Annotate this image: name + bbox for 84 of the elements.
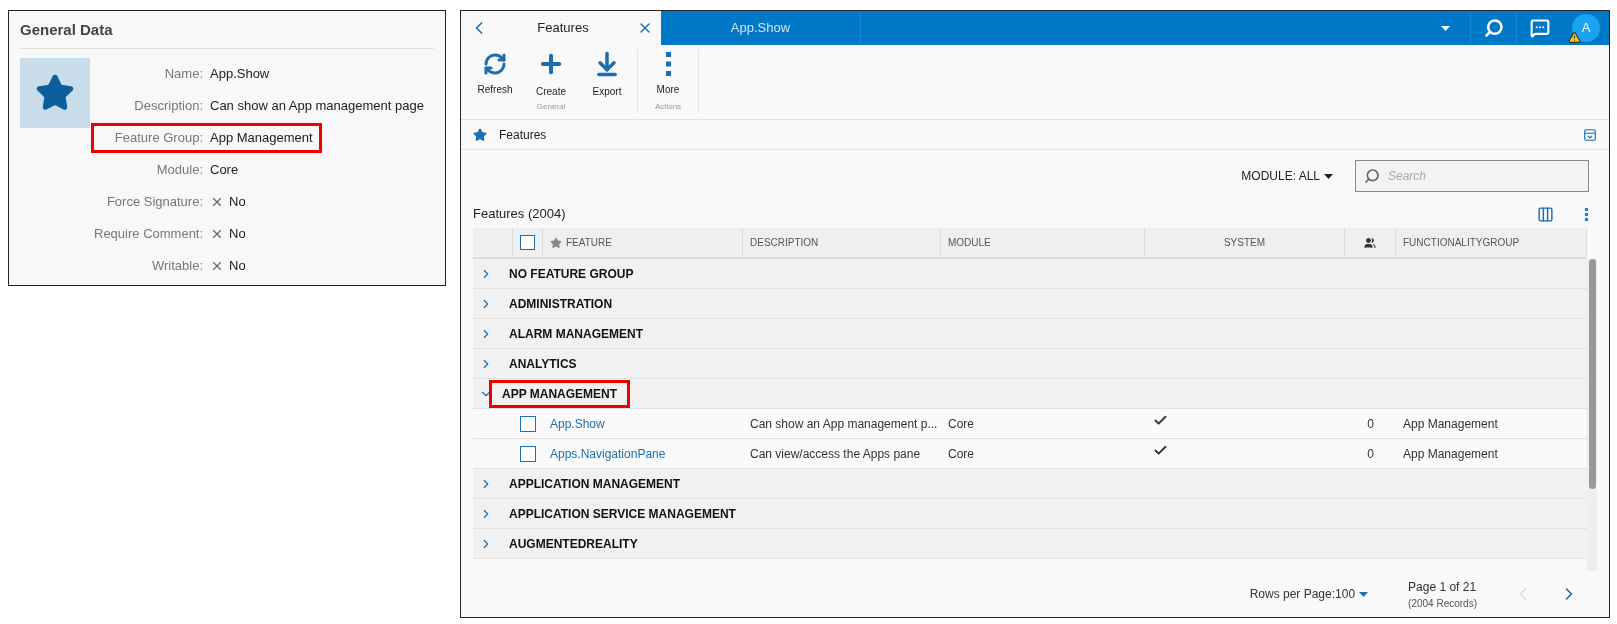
- toolbar-button[interactable]: More: [640, 49, 696, 99]
- record-count: (2004 Records): [1408, 596, 1477, 611]
- tab[interactable]: App.Show: [661, 11, 861, 45]
- group-name: ALARM MANAGEMENT: [508, 325, 644, 343]
- field-value: No: [229, 192, 246, 211]
- warning-icon: [1568, 31, 1581, 44]
- table-cell-text: 0: [1367, 415, 1374, 433]
- group-name: AUGMENTEDREALITY: [508, 535, 639, 553]
- star-icon: [35, 72, 75, 113]
- toolbar-group-label: Actions: [654, 101, 682, 113]
- field-label: Force Signature:: [105, 192, 204, 211]
- tab[interactable]: Features: [461, 11, 661, 45]
- caret-icon: [1359, 592, 1369, 598]
- select-all-checkbox[interactable]: [520, 235, 535, 250]
- field-value: No: [229, 224, 246, 243]
- table-cell-text: 0: [1367, 445, 1374, 463]
- row-checkbox[interactable]: [520, 445, 536, 462]
- search-icon: [1364, 168, 1380, 184]
- field-label: Writable:: [150, 256, 204, 275]
- group-row[interactable]: ANALYTICS: [473, 349, 1587, 379]
- breadcrumb-title: Features: [499, 126, 548, 144]
- group-name: NO FEATURE GROUP: [508, 265, 635, 283]
- columns-icon[interactable]: [1537, 205, 1554, 223]
- field-value: App.Show: [210, 64, 270, 83]
- group-name: ANALYTICS: [508, 355, 578, 373]
- search-icon[interactable]: [1483, 18, 1504, 38]
- field-label: Module:: [155, 160, 204, 179]
- group-row[interactable]: APPLICATION MANAGEMENT: [473, 469, 1587, 499]
- toolbar-button[interactable]: Export: [579, 49, 635, 99]
- group-name: APPLICATION MANAGEMENT: [508, 475, 682, 493]
- group-row[interactable]: APP MANAGEMENT: [473, 379, 1587, 409]
- table-cell: Core: [948, 416, 974, 431]
- toolbar-button[interactable]: Refresh: [467, 49, 523, 99]
- page-indicator: Page 1 of 21: [1408, 578, 1477, 596]
- feature-link[interactable]: Apps.NavigationPane: [550, 446, 666, 461]
- panel-title: General Data: [20, 11, 434, 49]
- tab-label: Features: [536, 19, 590, 38]
- check-icon: [1153, 413, 1168, 428]
- more-icon: [665, 51, 671, 76]
- check-icon: [1153, 443, 1168, 458]
- column-header[interactable]: SYSTEM: [1223, 235, 1266, 250]
- group-row[interactable]: NO FEATURE GROUP: [473, 259, 1587, 289]
- module-filter[interactable]: MODULE: ALL: [1241, 167, 1333, 185]
- field-label: Feature Group:: [113, 128, 204, 147]
- field-value: Can show an App management page: [210, 96, 424, 115]
- field-label: Require Comment:: [94, 224, 205, 243]
- column-header[interactable]: DESCRIPTION: [750, 235, 819, 250]
- table-cell: Can show an App management p...: [750, 416, 938, 431]
- search-field[interactable]: Search: [1355, 160, 1589, 192]
- tab-label: App.Show: [729, 19, 792, 38]
- row-checkbox[interactable]: [520, 415, 536, 432]
- feature-link[interactable]: App.Show: [550, 416, 605, 431]
- table-title: Features (2004): [473, 205, 567, 224]
- toolbar-button[interactable]: Create: [523, 49, 579, 99]
- collapse-icon[interactable]: [1583, 127, 1597, 142]
- group-name: APP MANAGEMENT: [489, 379, 631, 408]
- group-name: ADMINISTRATION: [508, 295, 614, 313]
- group-row[interactable]: ALARM MANAGEMENT: [473, 319, 1587, 349]
- column-header[interactable]: FUNCTIONALITYGROUP: [1403, 235, 1520, 250]
- rows-per-page-dropdown[interactable]: Rows per Page:100: [1249, 585, 1369, 603]
- table-cell: App Management: [1403, 416, 1498, 431]
- table-cell: Core: [948, 446, 974, 461]
- table-cell: App Management: [1403, 446, 1498, 461]
- scrollbar[interactable]: [1587, 259, 1597, 571]
- field-value: App Management: [210, 128, 313, 147]
- group-name: APPLICATION SERVICE MANAGEMENT: [508, 505, 737, 523]
- column-header[interactable]: MODULE: [948, 235, 991, 250]
- star-icon: [473, 127, 487, 142]
- table-cell: Can view/access the Apps pane: [750, 446, 921, 461]
- star-icon: [550, 236, 562, 249]
- group-row[interactable]: APPLICATION SERVICE MANAGEMENT: [473, 499, 1587, 529]
- group-row[interactable]: ADMINISTRATION: [473, 289, 1587, 319]
- toolbar-group-label: General: [536, 101, 566, 113]
- column-header[interactable]: FEATURE: [566, 235, 612, 250]
- field-label: Name:: [163, 64, 204, 83]
- refresh-icon: [483, 51, 507, 76]
- field-value: No: [229, 256, 246, 275]
- chat-icon[interactable]: [1530, 18, 1550, 38]
- field-label: Description:: [133, 96, 204, 115]
- users-icon[interactable]: [1364, 236, 1376, 249]
- dropdown-caret-icon: [1441, 25, 1450, 31]
- field-value: Core: [210, 160, 239, 179]
- group-row[interactable]: AUGMENTEDREALITY: [473, 529, 1587, 559]
- caret-icon: [1324, 173, 1333, 179]
